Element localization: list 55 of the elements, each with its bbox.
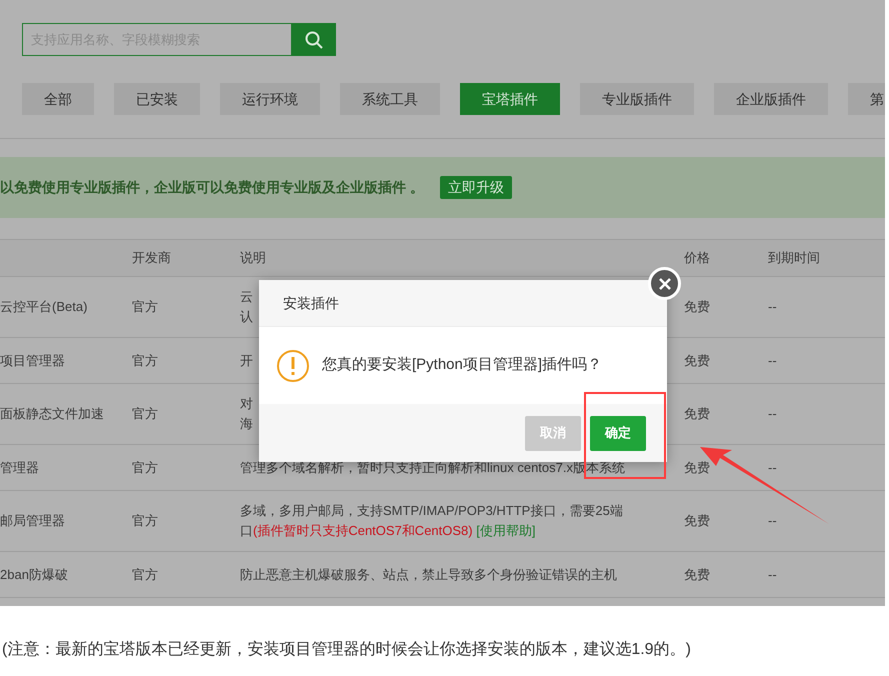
- table-cell-text: --: [768, 512, 778, 530]
- category-tab[interactable]: 全部: [22, 83, 94, 115]
- table-cell-text: 官方: [132, 458, 159, 477]
- table-cell-text: 免费: [684, 405, 711, 424]
- column-header: 说明: [240, 249, 267, 268]
- column-header: 到期时间: [768, 249, 821, 268]
- description-text: 口: [240, 522, 253, 540]
- table-cell-text: --: [768, 458, 778, 477]
- table-cell-text: 官方: [132, 566, 159, 584]
- category-tab[interactable]: 运行环境: [220, 83, 320, 115]
- table-cell-text: --: [768, 298, 778, 316]
- column-header: 开发商: [132, 249, 172, 268]
- close-icon: [658, 278, 670, 290]
- table-cell-text: 官方: [132, 405, 159, 424]
- confirm-button[interactable]: 确定: [590, 416, 646, 450]
- table-cell-text: 免费: [684, 352, 711, 370]
- table-cell-text: 官方: [132, 512, 159, 530]
- table-cell-text: 免费: [684, 512, 711, 530]
- description-text: 对: [240, 395, 253, 413]
- warning-note: (插件暂时只支持CentOS7和CentOS8): [253, 522, 473, 540]
- column-header: 价格: [684, 249, 711, 268]
- table-cell-text: 云控平台(Beta): [0, 298, 88, 316]
- table-cell-text: --: [768, 352, 778, 370]
- description-text: 多域，多用户邮局，支持SMTP/IMAP/POP3/HTTP接口，需要25端: [240, 502, 623, 520]
- warning-icon: [276, 348, 310, 382]
- category-tab[interactable]: 系统工具: [340, 83, 440, 115]
- caption-text: (注意：最新的宝塔版本已经更新，安装项目管理器的时候会让你选择安装的版本，建议选1.9的。): [2, 640, 691, 660]
- description-text: 认: [240, 308, 253, 326]
- table-cell-text: 免费: [684, 458, 711, 477]
- table-cell-text: 面板静态文件加速: [0, 405, 105, 424]
- table-cell-text: 项目管理器: [0, 352, 66, 370]
- category-tab[interactable]: 第: [848, 83, 885, 115]
- dialog-title: 安装插件: [283, 294, 339, 312]
- table-cell-text: 官方: [132, 352, 159, 370]
- table-cell-text: --: [768, 405, 778, 424]
- description-text: 云: [240, 288, 253, 306]
- category-tab[interactable]: 专业版插件: [580, 83, 694, 115]
- banner-text: 以免费使用专业版插件，企业版可以免费使用专业版及企业版插件 。: [0, 178, 424, 197]
- table-cell-text: --: [768, 566, 778, 584]
- description-text: 防止恶意主机爆破服务、站点，禁止导致多个身份验证错误的主机: [240, 566, 617, 584]
- search-icon: [304, 30, 324, 50]
- table-cell-text: 免费: [684, 566, 711, 584]
- search-button[interactable]: [292, 23, 336, 56]
- table-cell-text: 管理器: [0, 458, 40, 477]
- table-cell-text: 2ban防爆破: [0, 566, 69, 584]
- table-cell-text: 免费: [684, 298, 711, 316]
- dialog-message: 您真的要安装[Python项目管理器]插件吗？: [322, 355, 602, 376]
- description-text: 开: [240, 352, 253, 370]
- category-tab[interactable]: 企业版插件: [714, 83, 828, 115]
- table-cell-text: 官方: [132, 298, 159, 316]
- table-cell-text: 邮局管理器: [0, 512, 66, 530]
- description-text: 海: [240, 415, 253, 433]
- upgrade-button[interactable]: 立即升级: [440, 176, 512, 199]
- category-tab[interactable]: 已安装: [114, 83, 200, 115]
- category-tab[interactable]: 宝塔插件: [460, 83, 560, 115]
